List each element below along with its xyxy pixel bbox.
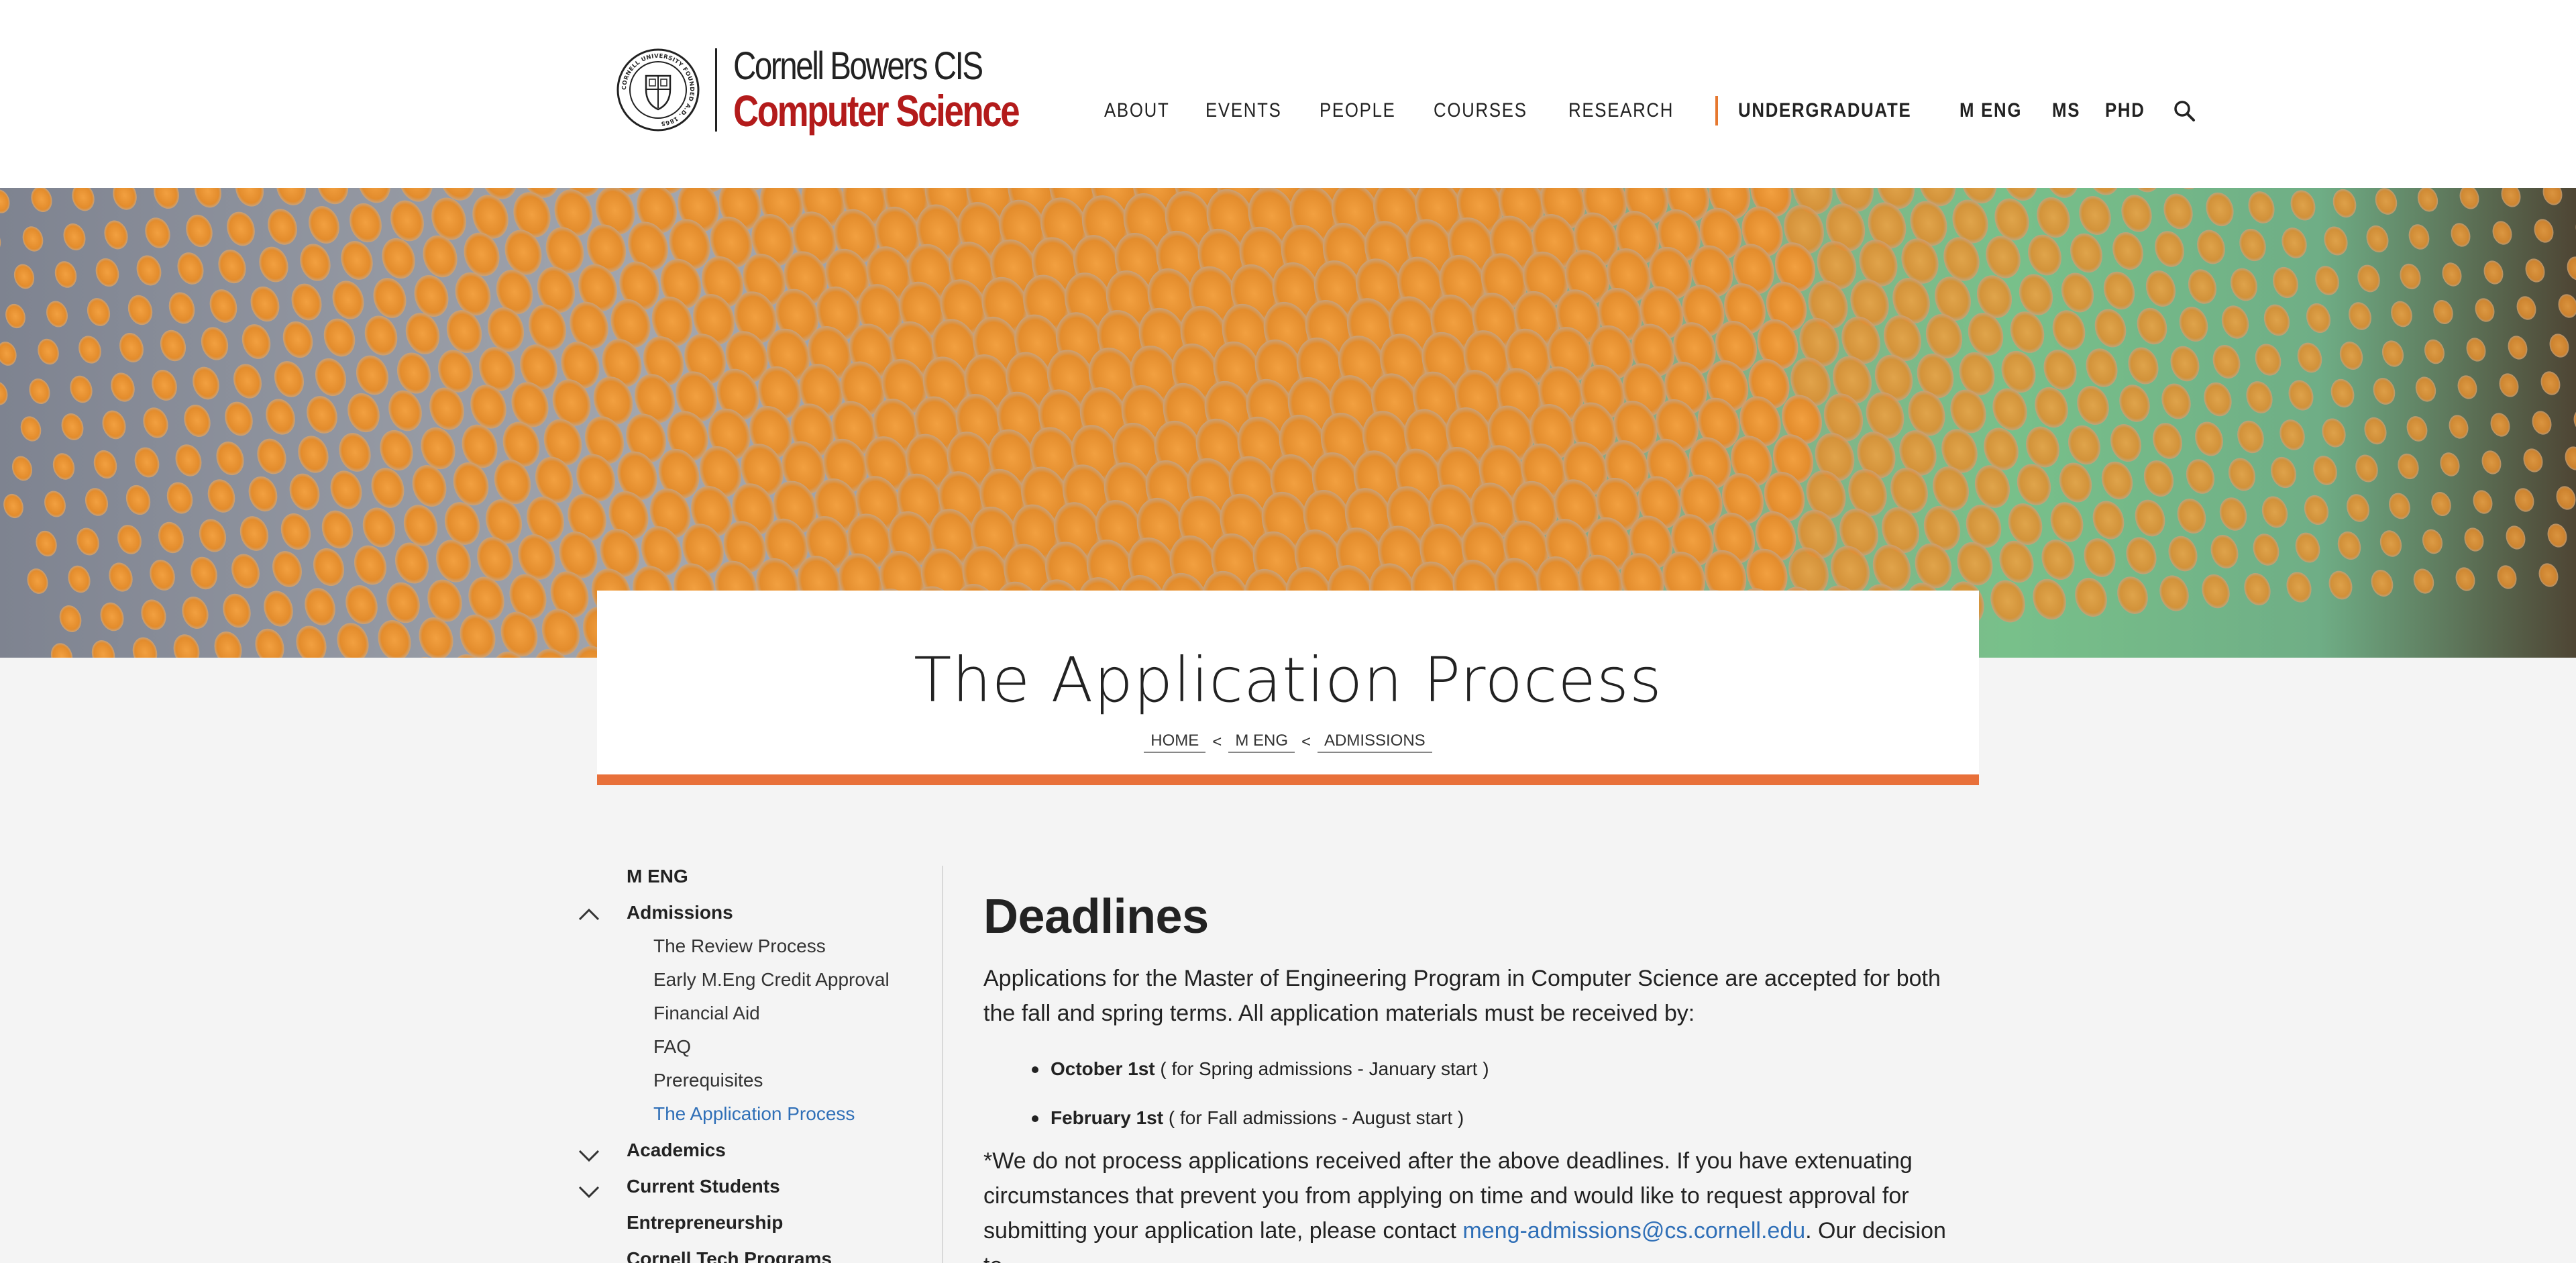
sidebar-item-entrepreneurship[interactable]: Entrepreneurship bbox=[627, 1212, 783, 1233]
sidebar-item-application-process[interactable]: The Application Process bbox=[653, 1103, 855, 1125]
breadcrumb-separator: < bbox=[1301, 733, 1311, 751]
deadline-date: February 1st bbox=[1051, 1107, 1164, 1128]
main-content: Deadlines Applications for the Master of… bbox=[983, 893, 1949, 1263]
logo-line-cis: Cornell Bowers CIS bbox=[733, 44, 983, 88]
nav-ms[interactable]: MS bbox=[2052, 99, 2080, 122]
sidebar-item-early-credit[interactable]: Early M.Eng Credit Approval bbox=[653, 969, 890, 991]
deadline-detail: ( for Fall admissions - August start ) bbox=[1163, 1107, 1464, 1128]
admissions-email-link[interactable]: meng-admissions@cs.cornell.edu bbox=[1462, 1218, 1805, 1244]
deadline-date: October 1st bbox=[1051, 1058, 1155, 1079]
nav-people[interactable]: PEOPLE bbox=[1320, 99, 1396, 122]
breadcrumb-admissions[interactable]: ADMISSIONS bbox=[1318, 731, 1432, 753]
nav-divider bbox=[1715, 96, 1718, 125]
chevron-down-icon[interactable] bbox=[577, 1148, 601, 1164]
late-application-note: *We do not process applications received… bbox=[983, 1144, 1949, 1263]
search-icon[interactable] bbox=[2172, 99, 2196, 123]
hero-dot-pattern bbox=[0, 188, 2576, 658]
site-logo[interactable]: CORNELL UNIVERSITY FOUNDED A.D. 1865 Cor… bbox=[616, 47, 1090, 133]
nav-about[interactable]: ABOUT bbox=[1104, 99, 1169, 122]
sidebar-item-review-process[interactable]: The Review Process bbox=[653, 936, 826, 957]
nav-research[interactable]: RESEARCH bbox=[1568, 99, 1674, 122]
page-title: The Application Process bbox=[914, 644, 1662, 716]
section-sidebar: M ENG Admissions The Review Process Earl… bbox=[577, 866, 943, 1263]
breadcrumb-separator: < bbox=[1212, 733, 1222, 751]
title-card: The Application Process HOME < M ENG < A… bbox=[597, 591, 1979, 785]
main-nav: ABOUT EVENTS PEOPLE COURSES RESEARCH UND… bbox=[1104, 94, 2196, 128]
sidebar-item-admissions[interactable]: Admissions bbox=[627, 902, 733, 923]
deadlines-intro: Applications for the Master of Engineeri… bbox=[983, 966, 1941, 1026]
logo-divider bbox=[715, 48, 717, 132]
cornell-seal-icon: CORNELL UNIVERSITY FOUNDED A.D. 1865 bbox=[616, 48, 700, 132]
breadcrumb: HOME < M ENG < ADMISSIONS bbox=[597, 731, 1979, 753]
sidebar-item-academics[interactable]: Academics bbox=[627, 1140, 726, 1161]
deadline-detail: ( for Spring admissions - January start … bbox=[1155, 1058, 1489, 1079]
sidebar-item-current-students[interactable]: Current Students bbox=[627, 1176, 780, 1197]
nav-meng[interactable]: M ENG bbox=[1960, 99, 2022, 122]
chevron-up-icon[interactable] bbox=[577, 906, 601, 922]
logo-wordmark: Cornell Bowers CIS Computer Science bbox=[733, 44, 1090, 136]
sidebar-item-meng[interactable]: M ENG bbox=[627, 866, 688, 887]
breadcrumb-meng[interactable]: M ENG bbox=[1228, 731, 1295, 753]
nav-courses[interactable]: COURSES bbox=[1434, 99, 1527, 122]
sidebar-item-cornell-tech[interactable]: Cornell Tech Programs bbox=[627, 1248, 832, 1263]
deadline-list: October 1st ( for Spring admissions - Ja… bbox=[1032, 1056, 1949, 1131]
sidebar-item-financial-aid[interactable]: Financial Aid bbox=[653, 1003, 760, 1024]
list-item: October 1st ( for Spring admissions - Ja… bbox=[1032, 1056, 1949, 1082]
nav-undergraduate[interactable]: UNDERGRADUATE bbox=[1738, 99, 1911, 122]
nav-events[interactable]: EVENTS bbox=[1205, 99, 1282, 122]
sidebar-item-faq[interactable]: FAQ bbox=[653, 1036, 691, 1058]
chevron-down-icon[interactable] bbox=[577, 1184, 601, 1200]
logo-line-cs: Computer Science bbox=[733, 86, 1020, 136]
hero-banner bbox=[0, 188, 2576, 658]
site-header: CORNELL UNIVERSITY FOUNDED A.D. 1865 Cor… bbox=[0, 0, 2576, 188]
deadlines-heading: Deadlines bbox=[983, 890, 1209, 944]
sidebar-item-prerequisites[interactable]: Prerequisites bbox=[653, 1070, 763, 1091]
list-item: February 1st ( for Fall admissions - Aug… bbox=[1032, 1105, 1949, 1131]
breadcrumb-home[interactable]: HOME bbox=[1144, 731, 1206, 753]
nav-phd[interactable]: PHD bbox=[2105, 99, 2145, 122]
